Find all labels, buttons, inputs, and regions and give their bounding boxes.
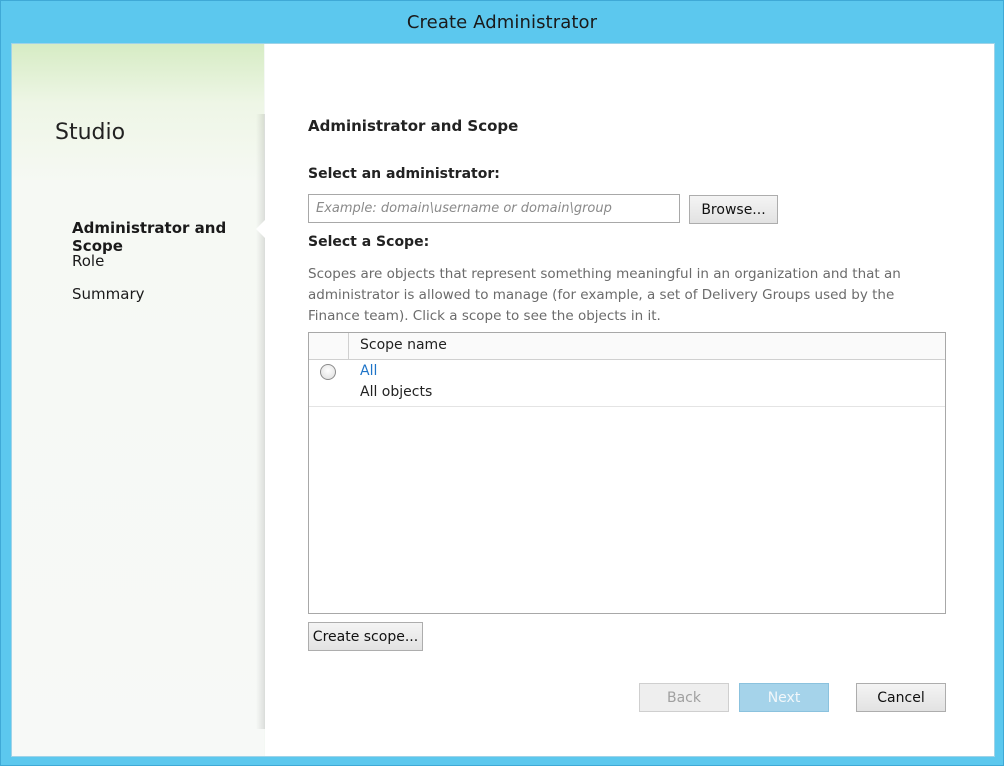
title-bar[interactable]: Create Administrator (1, 1, 1003, 43)
page-title: Administrator and Scope (308, 117, 519, 135)
sidebar-item-role[interactable]: Role (72, 252, 104, 270)
wizard-sidebar: Studio Administrator and Scope Role Summ… (12, 44, 264, 756)
browse-button[interactable]: Browse... (689, 195, 778, 224)
back-button[interactable]: Back (639, 683, 729, 712)
scope-label: Select a Scope: (308, 234, 430, 250)
create-scope-button[interactable]: Create scope... (308, 622, 423, 651)
create-administrator-window: Create Administrator Studio Administrato… (0, 0, 1004, 766)
table-row[interactable]: All All objects (309, 360, 945, 407)
header-separator (348, 333, 349, 359)
cancel-button[interactable]: Cancel (856, 683, 946, 712)
table-header: Scope name (309, 333, 945, 360)
sidebar-item-summary[interactable]: Summary (72, 285, 145, 303)
scope-row-description: All objects (360, 384, 433, 400)
scope-name-link[interactable]: All (360, 363, 377, 379)
studio-brand: Studio (55, 120, 126, 145)
scope-radio-button[interactable] (320, 364, 336, 380)
administrator-label: Select an administrator: (308, 166, 500, 182)
scope-description: Scopes are objects that represent someth… (308, 266, 901, 324)
dialog-client-area: Studio Administrator and Scope Role Summ… (11, 43, 995, 757)
next-button[interactable]: Next (739, 683, 829, 712)
administrator-input[interactable] (308, 194, 680, 223)
wizard-content: Administrator and Scope Select an admini… (265, 44, 994, 756)
sidebar-item-administrator-and-scope[interactable]: Administrator and Scope (72, 219, 264, 255)
active-step-pointer (256, 220, 265, 238)
scope-table[interactable]: Scope name All All objects (308, 332, 946, 614)
window-title: Create Administrator (406, 11, 598, 33)
column-header-scope-name[interactable]: Scope name (360, 337, 447, 353)
